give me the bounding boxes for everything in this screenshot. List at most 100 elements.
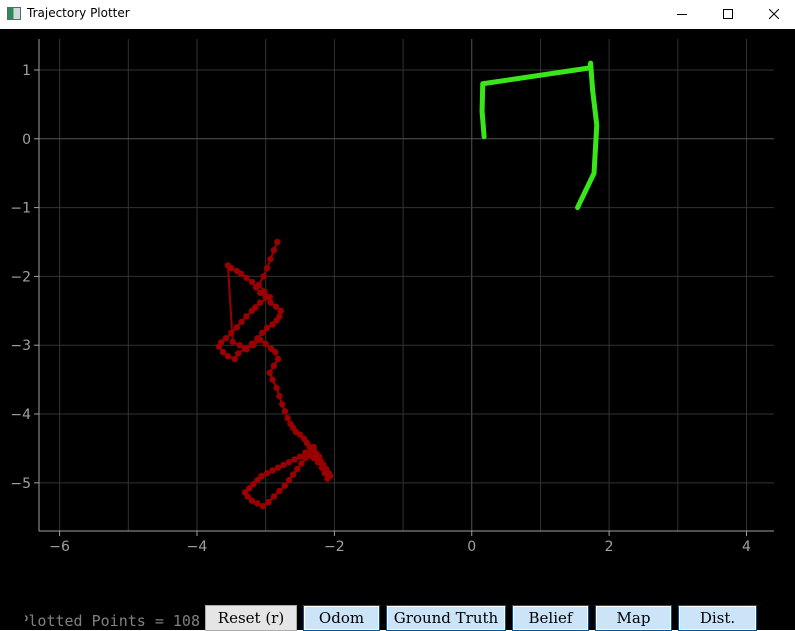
belief-particle-point <box>291 456 298 463</box>
axes <box>34 39 774 536</box>
belief-particle-point <box>272 303 280 310</box>
belief-particle-point <box>302 454 309 462</box>
belief-particle-point <box>321 469 328 477</box>
belief-particle-point <box>324 475 331 482</box>
y-tick-label: −1 <box>10 201 31 217</box>
x-tick-label: −2 <box>324 539 345 555</box>
dist-toggle-button[interactable]: Dist. <box>678 605 757 631</box>
belief-particle-point <box>270 247 278 254</box>
odom-trajectory-line <box>479 60 600 211</box>
belief-particle-point <box>262 293 269 301</box>
belief-particle-point <box>248 497 256 504</box>
belief-particle-point <box>243 346 250 353</box>
x-tick-label: 0 <box>467 539 476 555</box>
belief-particle-point <box>259 329 266 337</box>
grid-lines <box>39 39 774 531</box>
control-bar: Plotted Points = 108 Reset (r) Odom Grou… <box>0 601 795 631</box>
map-toggle-button[interactable]: Map <box>595 605 672 631</box>
belief-particle-point <box>274 238 281 246</box>
belief-particle-point <box>298 460 305 467</box>
belief-particle-point <box>229 338 236 345</box>
x-tick-label: 2 <box>605 539 614 555</box>
belief-particle-point <box>235 350 242 357</box>
belief-particle-point <box>233 267 241 275</box>
belief-particle-point <box>281 408 289 415</box>
belief-particle-point <box>284 414 291 422</box>
belief-particle-point <box>224 262 232 269</box>
belief-particle-point <box>263 264 271 272</box>
belief-particle-point <box>254 500 261 507</box>
belief-particle-point <box>285 458 293 466</box>
belief-particle-point <box>274 464 282 471</box>
y-tick-label: −5 <box>10 476 31 492</box>
belief-particle-point <box>318 464 326 471</box>
belief-particle-point <box>248 278 256 286</box>
belief-particle-point <box>269 376 276 383</box>
belief-particle-point <box>259 503 267 510</box>
belief-particle-point <box>306 449 313 456</box>
window-title: Trajectory Plotter <box>27 6 130 20</box>
minimize-icon <box>677 14 687 15</box>
belief-toggle-button[interactable]: Belief <box>512 605 589 631</box>
belief-particle-point <box>274 355 282 363</box>
client-area: −6 −4 −2 0 2 4 1 0 −1 −2 −3 −4 −5 Plotted Points = 1… <box>0 29 795 631</box>
belief-particle-point <box>243 274 250 281</box>
belief-particle-point <box>273 384 280 392</box>
trajectory-plot[interactable]: −6 −4 −2 0 2 4 1 0 −1 −2 −3 −4 −5 <box>0 29 795 574</box>
ground-truth-toggle-button[interactable]: Ground Truth <box>386 605 506 631</box>
belief-particle-point <box>296 453 304 460</box>
belief-particle-point <box>260 273 267 280</box>
x-tick-label: −4 <box>187 539 208 555</box>
belief-particle-point <box>294 465 301 473</box>
y-tick-label: −2 <box>10 269 31 285</box>
belief-particle-point <box>238 318 245 326</box>
belief-particle-point <box>267 255 274 263</box>
belief-particle-point <box>252 284 260 291</box>
belief-particle-point <box>310 443 317 451</box>
belief-particle-point <box>270 362 278 370</box>
belief-particle-point <box>272 348 279 356</box>
belief-particle-point <box>256 289 264 297</box>
belief-particle-point <box>215 343 223 350</box>
app-icon <box>7 7 21 20</box>
belief-particle-point <box>263 469 271 477</box>
belief-particle-point <box>267 299 274 306</box>
y-tick-label: −3 <box>10 338 31 354</box>
maximize-icon <box>723 9 733 19</box>
belief-particle-point <box>281 482 289 489</box>
belief-particle-point <box>280 461 287 469</box>
belief-particle-point <box>256 299 264 306</box>
x-tick-label: −6 <box>49 539 70 555</box>
x-tick-label: 4 <box>742 539 751 555</box>
close-button[interactable] <box>751 0 795 29</box>
y-tick-label: 1 <box>22 63 31 79</box>
tick-labels: −6 −4 −2 0 2 4 1 0 −1 −2 −3 −4 −5 <box>10 63 751 555</box>
belief-particle-point <box>224 353 232 360</box>
belief-particle-point <box>265 498 272 506</box>
maximize-button[interactable] <box>705 0 751 29</box>
odom-toggle-button[interactable]: Odom <box>303 605 380 631</box>
belief-particle-point <box>250 342 257 349</box>
series <box>215 60 600 510</box>
belief-particle-point <box>236 342 243 349</box>
belief-particle-point <box>269 467 276 474</box>
belief-particle-path <box>217 241 332 508</box>
plotted-points-label: Plotted Points = 108 <box>25 612 200 630</box>
belief-particle-point <box>248 307 256 315</box>
close-icon <box>769 9 779 19</box>
belief-particle-point <box>285 476 293 484</box>
belief-particle-point <box>256 336 264 343</box>
belief-particle-point <box>276 392 283 400</box>
belief-particle-point <box>270 493 278 500</box>
reset-button[interactable]: Reset (r) <box>205 605 297 631</box>
belief-particle-point <box>278 401 286 408</box>
belief-particle-point <box>276 487 283 495</box>
y-tick-label: 0 <box>22 132 31 148</box>
belief-particle-point <box>266 369 274 376</box>
minimize-button[interactable] <box>659 0 705 29</box>
belief-particle-point <box>233 324 241 331</box>
belief-particle-point <box>263 324 271 332</box>
belief-particle-point <box>276 313 283 320</box>
belief-particle-point <box>228 329 235 337</box>
belief-particle-point <box>289 471 297 478</box>
